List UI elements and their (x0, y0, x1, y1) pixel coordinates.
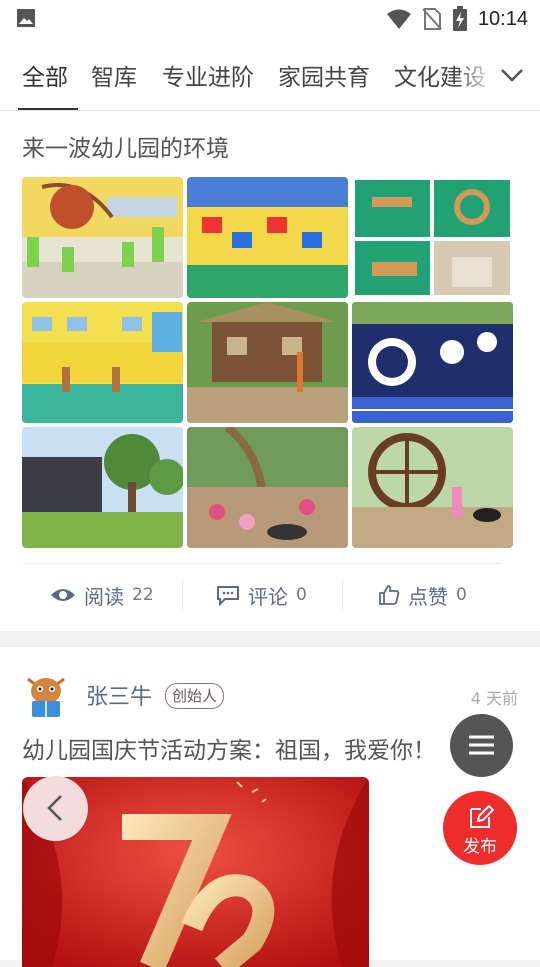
hamburger-menu-icon (469, 735, 494, 755)
tab-home-school[interactable]: 家园共育 (278, 58, 370, 92)
publish-label: 发布 (463, 837, 497, 857)
photo-thumbnail[interactable] (187, 427, 348, 548)
post-time: 4 天前 (470, 689, 518, 708)
avatar[interactable] (24, 671, 68, 719)
no-sim-icon (422, 8, 442, 30)
divider (342, 580, 343, 610)
category-tabs: 全部 智库 专业进阶 家园共育 文化建设 (0, 38, 540, 111)
photo-thumbnail[interactable] (352, 427, 513, 548)
photo-thumbnail[interactable] (22, 427, 183, 548)
post-card[interactable]: 来一波幼儿园的环境 阅读 22 评论 0 点赞 0 (0, 111, 540, 631)
read-count-value: 22 (132, 585, 154, 605)
edit-icon (470, 804, 494, 828)
chevron-left-icon (47, 795, 62, 821)
battery-charging-icon (452, 6, 467, 31)
read-count[interactable]: 阅读 22 (50, 564, 154, 626)
publish-button[interactable]: 发布 (443, 791, 517, 865)
image-notification-icon (17, 9, 35, 27)
author-name[interactable]: 张三牛 (86, 679, 152, 711)
tab-professional[interactable]: 专业进阶 (162, 58, 254, 92)
like-button[interactable]: 点赞 0 (378, 564, 467, 626)
like-count-value: 0 (456, 585, 467, 605)
chevron-down-icon[interactable] (497, 60, 527, 90)
tab-think-tank[interactable]: 智库 (91, 58, 137, 92)
read-label: 阅读 (84, 584, 124, 609)
like-label: 点赞 (408, 584, 448, 609)
post-actions: 阅读 22 评论 0 点赞 0 (22, 563, 502, 626)
photo-thumbnail[interactable] (187, 177, 348, 298)
photo-thumbnail[interactable] (352, 302, 513, 423)
wifi-icon (386, 9, 411, 29)
comment-icon (217, 586, 239, 606)
eye-icon (51, 589, 75, 601)
photo-thumbnail[interactable] (22, 302, 183, 423)
back-button[interactable] (23, 776, 88, 841)
comment-label: 评论 (248, 584, 288, 609)
comment-count-value: 0 (296, 585, 307, 605)
thumbs-up-icon (379, 585, 400, 605)
tab-fade (455, 38, 495, 110)
status-bar: 10:14 (0, 0, 540, 38)
tab-all[interactable]: 全部 (22, 58, 68, 92)
menu-button[interactable] (450, 714, 513, 777)
post-title[interactable]: 幼儿园国庆节活动方案：祖国，我爱你！ (22, 731, 436, 765)
post-title[interactable]: 来一波幼儿园的环境 (22, 129, 229, 163)
photo-thumbnail[interactable] (187, 302, 348, 423)
role-badge: 创始人 (165, 683, 225, 709)
divider (182, 580, 183, 610)
comment-button[interactable]: 评论 0 (216, 564, 307, 626)
active-tab-indicator (18, 108, 78, 110)
clock: 10:14 (477, 7, 528, 30)
photo-thumbnail[interactable] (352, 177, 513, 298)
photo-thumbnail[interactable] (22, 177, 183, 298)
